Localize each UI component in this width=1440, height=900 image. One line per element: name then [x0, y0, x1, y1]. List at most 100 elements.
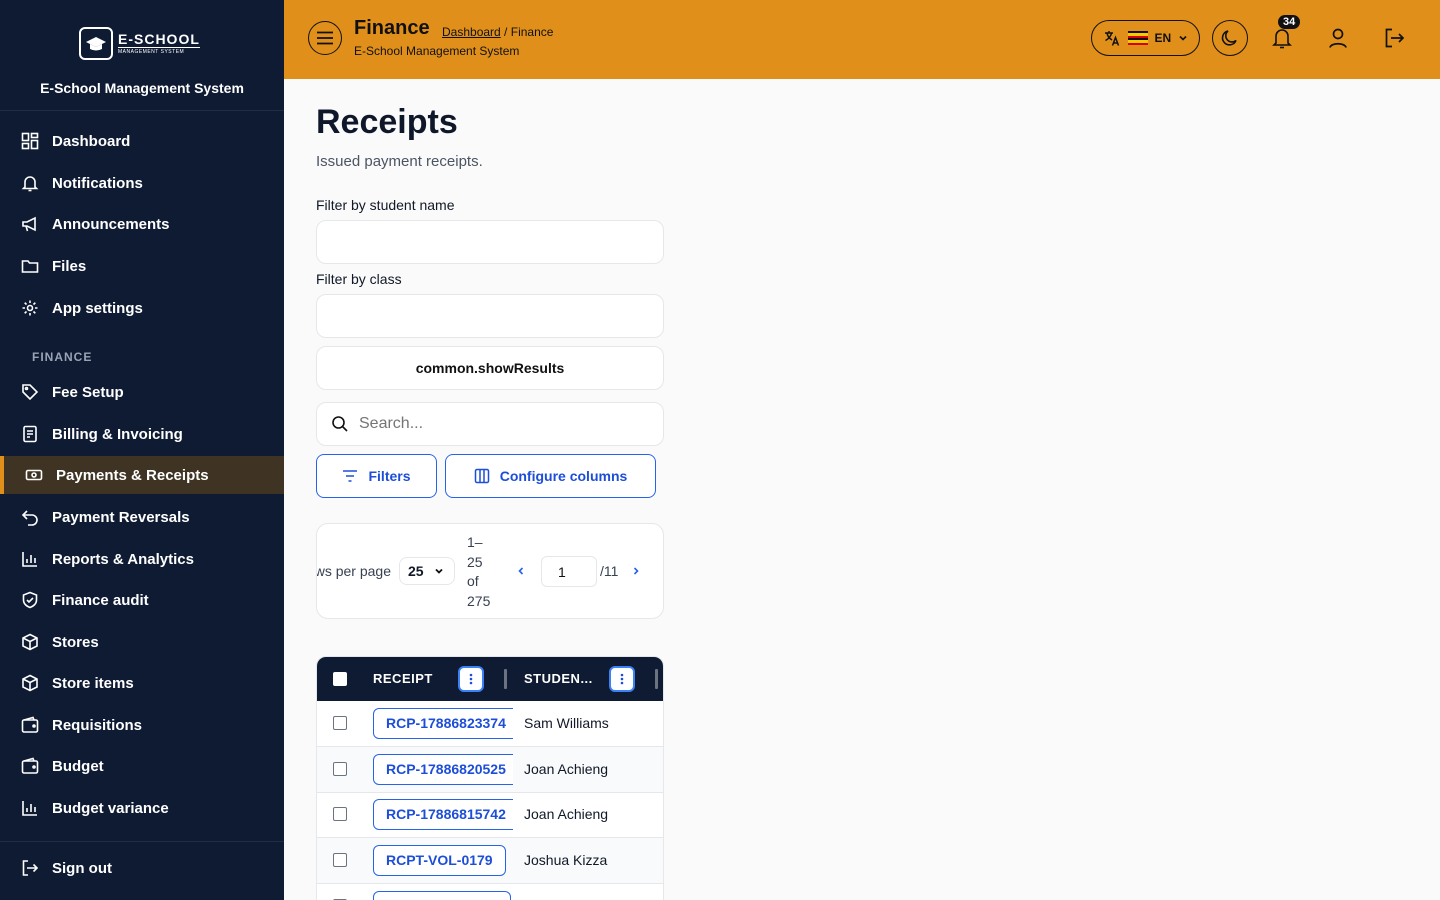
sidebar-item-requisitions[interactable]: Requisitions: [0, 706, 284, 744]
receipt-number-link[interactable]: [373, 891, 511, 900]
sidebar-item-label: Reports & Analytics: [52, 550, 194, 568]
previous-page-button[interactable]: [513, 563, 529, 579]
logout-button[interactable]: [1378, 22, 1410, 54]
filter-student-label: Filter by student name: [316, 197, 455, 213]
search-input[interactable]: [359, 415, 639, 433]
megaphone-icon: [20, 214, 40, 234]
receipt-number-link[interactable]: RCP-17886815742: [373, 799, 513, 830]
sidebar-item-label: Budget: [52, 757, 104, 775]
sign-out-button[interactable]: Sign out: [0, 849, 284, 887]
sidebar-item-payments-receipts[interactable]: Payments & Receipts: [0, 456, 284, 494]
sign-out-label: Sign out: [52, 859, 112, 877]
filter-class-input[interactable]: [316, 294, 664, 338]
box-icon: [20, 632, 40, 652]
sidebar-item-billing-invoicing[interactable]: Billing & Invoicing: [0, 415, 284, 453]
sidebar: E-SCHOOL MANAGEMENT SYSTEM E-School Mana…: [0, 0, 284, 900]
folder-icon: [20, 256, 40, 276]
more-vertical-icon: [469, 673, 473, 685]
sidebar-item-label: Payments & Receipts: [56, 466, 209, 484]
table-row[interactable]: RCP-17886820525 Joan Achieng: [317, 747, 663, 793]
language-selector[interactable]: EN: [1091, 20, 1200, 56]
rows-per-page-label: Rows per page: [317, 563, 391, 579]
sidebar-item-app-settings[interactable]: App settings: [0, 289, 284, 327]
box-icon: [20, 673, 40, 693]
column-header-student[interactable]: STUDEN...: [524, 671, 593, 686]
page-section-title: Finance: [354, 17, 430, 39]
sidebar-item-label: Stores: [52, 633, 99, 651]
sidebar-item-store-items[interactable]: Store items: [0, 664, 284, 702]
sidebar-item-fee-setup[interactable]: Fee Setup: [0, 373, 284, 411]
search-icon: [332, 416, 348, 432]
search-box: [316, 402, 664, 446]
select-all-checkbox[interactable]: [333, 672, 347, 686]
breadcrumb-dashboard-link[interactable]: Dashboard: [442, 25, 501, 39]
sidebar-item-notifications[interactable]: Notifications: [0, 164, 284, 202]
shield-check-icon: [20, 590, 40, 610]
sidebar-item-stores[interactable]: Stores: [0, 623, 284, 661]
logout-icon: [20, 858, 40, 878]
logo-subtitle: MANAGEMENT SYSTEM: [118, 49, 185, 55]
sidebar-item-announcements[interactable]: Announcements: [0, 205, 284, 243]
table-row[interactable]: [317, 884, 663, 900]
column-resize-handle[interactable]: [504, 669, 507, 689]
student-name: Joan Achieng: [524, 761, 609, 777]
theme-toggle-button[interactable]: [1212, 20, 1248, 56]
show-results-button[interactable]: common.showResults: [316, 346, 664, 390]
bell-icon: [1272, 29, 1292, 49]
row-checkbox[interactable]: [333, 762, 347, 776]
logout-icon: [1385, 28, 1405, 48]
sidebar-item-label: App settings: [52, 299, 143, 317]
page-subtitle: Issued payment receipts.: [316, 153, 483, 170]
chevron-right-icon: [633, 567, 639, 575]
column-header-receipt[interactable]: RECEIPT: [373, 671, 433, 686]
receipt-number-link[interactable]: RCP-17886823374: [373, 708, 513, 739]
sidebar-item-label: Announcements: [52, 215, 170, 233]
next-page-button[interactable]: [628, 563, 644, 579]
table-row[interactable]: RCP-17886823374 Sam Williams: [317, 701, 663, 747]
filter-student-input[interactable]: [316, 220, 664, 264]
sidebar-item-reports-analytics[interactable]: Reports & Analytics: [0, 540, 284, 578]
sidebar-item-finance-audit[interactable]: Finance audit: [0, 581, 284, 619]
row-checkbox[interactable]: [333, 807, 347, 821]
column-resize-handle[interactable]: [655, 669, 658, 689]
page-number-input[interactable]: 1: [541, 556, 597, 587]
sidebar-item-budget-variance[interactable]: Budget variance: [0, 789, 284, 827]
configure-columns-button[interactable]: Configure columns: [445, 454, 656, 498]
table-row[interactable]: RCP-17886815742 Joan Achieng: [317, 792, 663, 838]
grid-icon: [20, 131, 40, 151]
menu-toggle-button[interactable]: [308, 21, 342, 55]
more-vertical-icon: [620, 673, 624, 685]
receipt-number-link[interactable]: RCPT-VOL-0179: [373, 845, 506, 876]
receipt-column-menu-button[interactable]: [458, 666, 484, 692]
total-pages: /11: [600, 563, 619, 579]
chevron-down-icon: [434, 568, 443, 574]
invoice-icon: [20, 424, 40, 444]
student-name: Joan Achieng: [524, 806, 609, 822]
row-checkbox[interactable]: [333, 716, 347, 730]
graduation-cap-icon: [79, 27, 113, 60]
breadcrumb: Dashboard / Finance: [442, 25, 553, 39]
pagination-bar: Rows per page 25 1– 25 of 275 1 /11: [316, 523, 664, 619]
table-row[interactable]: RCPT-VOL-0179 Joshua Kizza: [317, 838, 663, 884]
sidebar-item-dashboard[interactable]: Dashboard: [0, 122, 284, 160]
columns-icon: [474, 468, 490, 484]
translate-icon: [1105, 31, 1120, 46]
moon-icon: [1221, 30, 1237, 46]
filters-button-label: Filters: [368, 468, 411, 484]
filters-button[interactable]: Filters: [316, 454, 437, 498]
row-checkbox[interactable]: [333, 853, 347, 867]
student-column-menu-button[interactable]: [609, 666, 635, 692]
system-name: E-School Management System: [40, 80, 244, 96]
profile-button[interactable]: [1322, 22, 1354, 54]
logo-title: E-SCHOOL: [118, 31, 200, 48]
top-bar: Finance Dashboard / Finance E-School Man…: [284, 0, 1440, 79]
chevron-down-icon: [1179, 35, 1187, 41]
sidebar-item-files[interactable]: Files: [0, 247, 284, 285]
wallet-icon: [20, 715, 40, 735]
sidebar-item-budget[interactable]: Budget: [0, 747, 284, 785]
rows-per-page-select[interactable]: 25: [399, 557, 455, 585]
range-line: 275: [467, 592, 491, 609]
range-line: of: [467, 573, 479, 589]
receipt-number-link[interactable]: RCP-17886820525: [373, 754, 513, 785]
sidebar-item-payment-reversals[interactable]: Payment Reversals: [0, 498, 284, 536]
